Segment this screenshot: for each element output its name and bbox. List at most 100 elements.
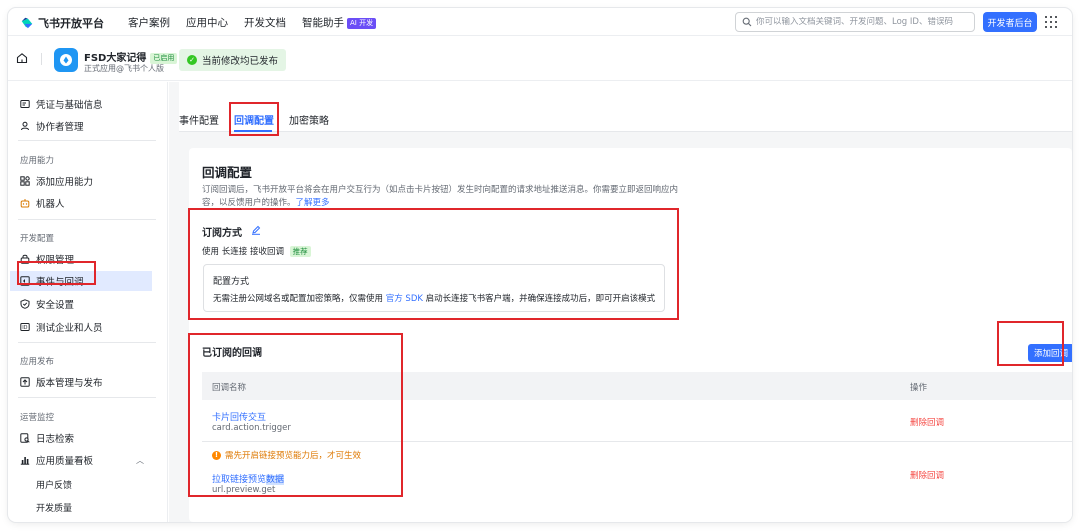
app-subtitle: 正式应用@飞书个人版 xyxy=(84,64,164,73)
svg-text:ID: ID xyxy=(22,325,27,331)
nav-app-center[interactable]: 应用中心 xyxy=(186,15,228,30)
config-method-title: 配置方式 xyxy=(213,277,250,287)
delete-callback-button[interactable]: 删除回调 xyxy=(910,469,944,481)
sidebar-item-label: 版本管理与发布 xyxy=(36,378,103,389)
mode-prefix: 使用 xyxy=(202,247,220,257)
robot-icon xyxy=(20,199,30,208)
tab-callback-config[interactable]: 回调配置 xyxy=(234,112,274,127)
nav-assistant[interactable]: 智能助手 AI 开发 xyxy=(302,15,377,30)
publish-status-text: 当前修改均已发布 xyxy=(202,56,279,67)
top-nav: 飞书开放平台 客户案例 应用中心 开发文档 智能助手AI 开发 开发者后台 xyxy=(8,8,1072,36)
user-icon xyxy=(21,121,29,131)
platform-logo[interactable]: 飞书开放平台 xyxy=(20,15,104,31)
sidebar-item-bot[interactable]: 机器人 xyxy=(10,193,152,213)
lock-icon xyxy=(20,254,30,264)
column-header-name: 回调名称 xyxy=(212,383,247,393)
config-desc-text: 启动长连接飞书客户端，并确保连接成功后，即可开启该模式 xyxy=(425,294,656,304)
sidebar-subitem-user-feedback[interactable]: 用户反馈 xyxy=(36,478,72,491)
shield-icon xyxy=(20,299,30,309)
home-icon[interactable] xyxy=(16,52,28,64)
callback-name-highlight: 数据 xyxy=(266,475,285,485)
bar-chart-icon xyxy=(20,457,30,465)
delete-callback-button[interactable]: 删除回调 xyxy=(910,416,944,428)
sidebar-item-security[interactable]: 安全设置 xyxy=(10,294,152,314)
nav-links: 客户案例 应用中心 开发文档 智能助手 AI 开发 xyxy=(128,15,377,30)
app-logo-icon xyxy=(60,54,72,66)
recommend-badge: 推荐 xyxy=(289,246,311,257)
test-icon: ID xyxy=(20,323,30,331)
developer-console-button[interactable]: 开发者后台 xyxy=(983,12,1037,32)
callback-config-card: 回调配置 订阅回调后，飞书开放平台将会在用户交互行为（如点击卡片按钮）发生时向配… xyxy=(189,148,1072,522)
nav-assistant-label: 智能助手 xyxy=(302,17,344,29)
feishu-logo-icon xyxy=(21,17,33,29)
sidebar-item-label: 权限管理 xyxy=(36,255,75,266)
divider xyxy=(41,53,42,65)
sidebar-divider xyxy=(18,397,156,398)
table-row: ! 需先开启链接预览能力后，才可生效 拉取链接预览数据 url.preview.… xyxy=(202,442,1072,502)
config-desc-text: 无需注册公网域名或配置加密策略，仅需使用 xyxy=(213,294,384,304)
sidebar-subitem-dev-quality[interactable]: 开发质量 xyxy=(36,501,72,514)
sidebar-divider xyxy=(18,219,156,220)
callback-name-link[interactable]: 卡片回传交互 xyxy=(212,410,266,423)
edit-icon[interactable] xyxy=(251,225,261,235)
sidebar-group-release: 应用发布 xyxy=(20,357,55,367)
sidebar-item-permissions[interactable]: 权限管理 xyxy=(10,249,152,269)
sidebar-item-label: 协作者管理 xyxy=(36,122,84,133)
config-method-desc: 无需注册公网域名或配置加密策略，仅需使用 官方 SDK 启动长连接飞书客户端，并… xyxy=(213,292,655,304)
warning-text: 需先开启链接预览能力后，才可生效 xyxy=(225,451,362,461)
section-description: 订阅回调后，飞书开放平台将会在用户交互行为（如点击卡片按钮）发生时向配置的请求地… xyxy=(202,184,692,210)
search-input[interactable] xyxy=(756,17,966,27)
search-box[interactable] xyxy=(735,12,975,32)
app-window: 飞书开放平台 客户案例 应用中心 开发文档 智能助手AI 开发 开发者后台 FS… xyxy=(8,8,1072,522)
sidebar-item-label: 应用质量看板 xyxy=(36,456,94,467)
sidebar-item-label: 机器人 xyxy=(36,199,65,210)
warning-icon: ! xyxy=(212,450,221,460)
main-content: 事件配置 回调配置 加密策略 回调配置 订阅回调后，飞书开放平台将会在用户交互行… xyxy=(169,82,1072,522)
sidebar-item-label: 安全设置 xyxy=(36,300,75,311)
sidebar-item-quality-board[interactable]: 应用质量看板 xyxy=(10,450,152,470)
column-header-action: 操作 xyxy=(910,383,928,393)
search-icon xyxy=(742,17,752,27)
callback-key: card.action.trigger xyxy=(212,423,291,433)
sidebar-item-log-search[interactable]: 日志检索 xyxy=(10,428,152,448)
chevron-up-icon[interactable]: ︿ xyxy=(136,455,144,466)
app-avatar xyxy=(54,48,78,72)
mode-suffix: 接收回调 xyxy=(249,247,284,257)
sidebar-item-add-ability[interactable]: 添加应用能力 xyxy=(10,171,152,191)
event-icon xyxy=(20,276,30,286)
sidebar-item-test-tenant[interactable]: ID 测试企业和人员 xyxy=(10,317,152,337)
subscribed-callbacks-title: 已订阅的回调 xyxy=(202,348,262,359)
nav-dev-docs[interactable]: 开发文档 xyxy=(244,15,286,30)
subscription-mode-title: 订阅方式 xyxy=(202,228,242,239)
sidebar-item-versions[interactable]: 版本管理与发布 xyxy=(10,372,152,392)
upload-icon xyxy=(20,377,30,387)
sidebar-group-ability: 应用能力 xyxy=(20,156,55,166)
tab-event-config[interactable]: 事件配置 xyxy=(179,112,219,127)
mode-value: 长连接 xyxy=(221,247,248,257)
ai-badge: AI 开发 xyxy=(347,18,377,29)
sidebar-item-events-callbacks[interactable]: 事件与回调 xyxy=(10,271,152,291)
sidebar-item-collaborators[interactable]: 协作者管理 xyxy=(10,116,152,136)
apps-grid-icon[interactable] xyxy=(1045,16,1057,28)
platform-name: 飞书开放平台 xyxy=(38,17,104,30)
sidebar-item-label: 测试企业和人员 xyxy=(36,323,103,334)
tab-bar: 事件配置 回调配置 加密策略 xyxy=(179,82,1072,132)
description-text: 订阅回调后，飞书开放平台将会在用户交互行为（如点击卡片按钮）发生时向配置的请求地… xyxy=(202,185,679,208)
official-sdk-link[interactable]: 官方 SDK xyxy=(386,294,423,304)
callback-key: url.preview.get xyxy=(212,485,276,495)
sidebar-divider xyxy=(18,342,156,343)
sidebar-item-label: 事件与回调 xyxy=(36,277,84,288)
add-callback-button[interactable]: 添加回调 xyxy=(1028,344,1072,362)
log-icon xyxy=(20,433,30,443)
callback-name-part: 拉取链接预览 xyxy=(212,475,267,485)
sidebar: 凭证与基础信息 协作者管理 应用能力 添加应用能力 机器人 开发配置 权限管理 … xyxy=(8,82,168,522)
nav-customer-cases[interactable]: 客户案例 xyxy=(128,15,170,30)
table-header: 回调名称 操作 xyxy=(202,372,1072,400)
callback-name-link[interactable]: 拉取链接预览数据 xyxy=(212,472,285,485)
config-method-box: 配置方式 无需注册公网域名或配置加密策略，仅需使用 官方 SDK 启动长连接飞书… xyxy=(203,264,665,312)
learn-more-link[interactable]: 了解更多 xyxy=(296,198,330,208)
table-row: 卡片回传交互 card.action.trigger 删除回调 xyxy=(202,400,1072,442)
tab-encryption[interactable]: 加密策略 xyxy=(289,112,329,127)
sidebar-item-credentials[interactable]: 凭证与基础信息 xyxy=(10,94,152,114)
publish-status-badge: ✓ 当前修改均已发布 xyxy=(179,49,287,71)
